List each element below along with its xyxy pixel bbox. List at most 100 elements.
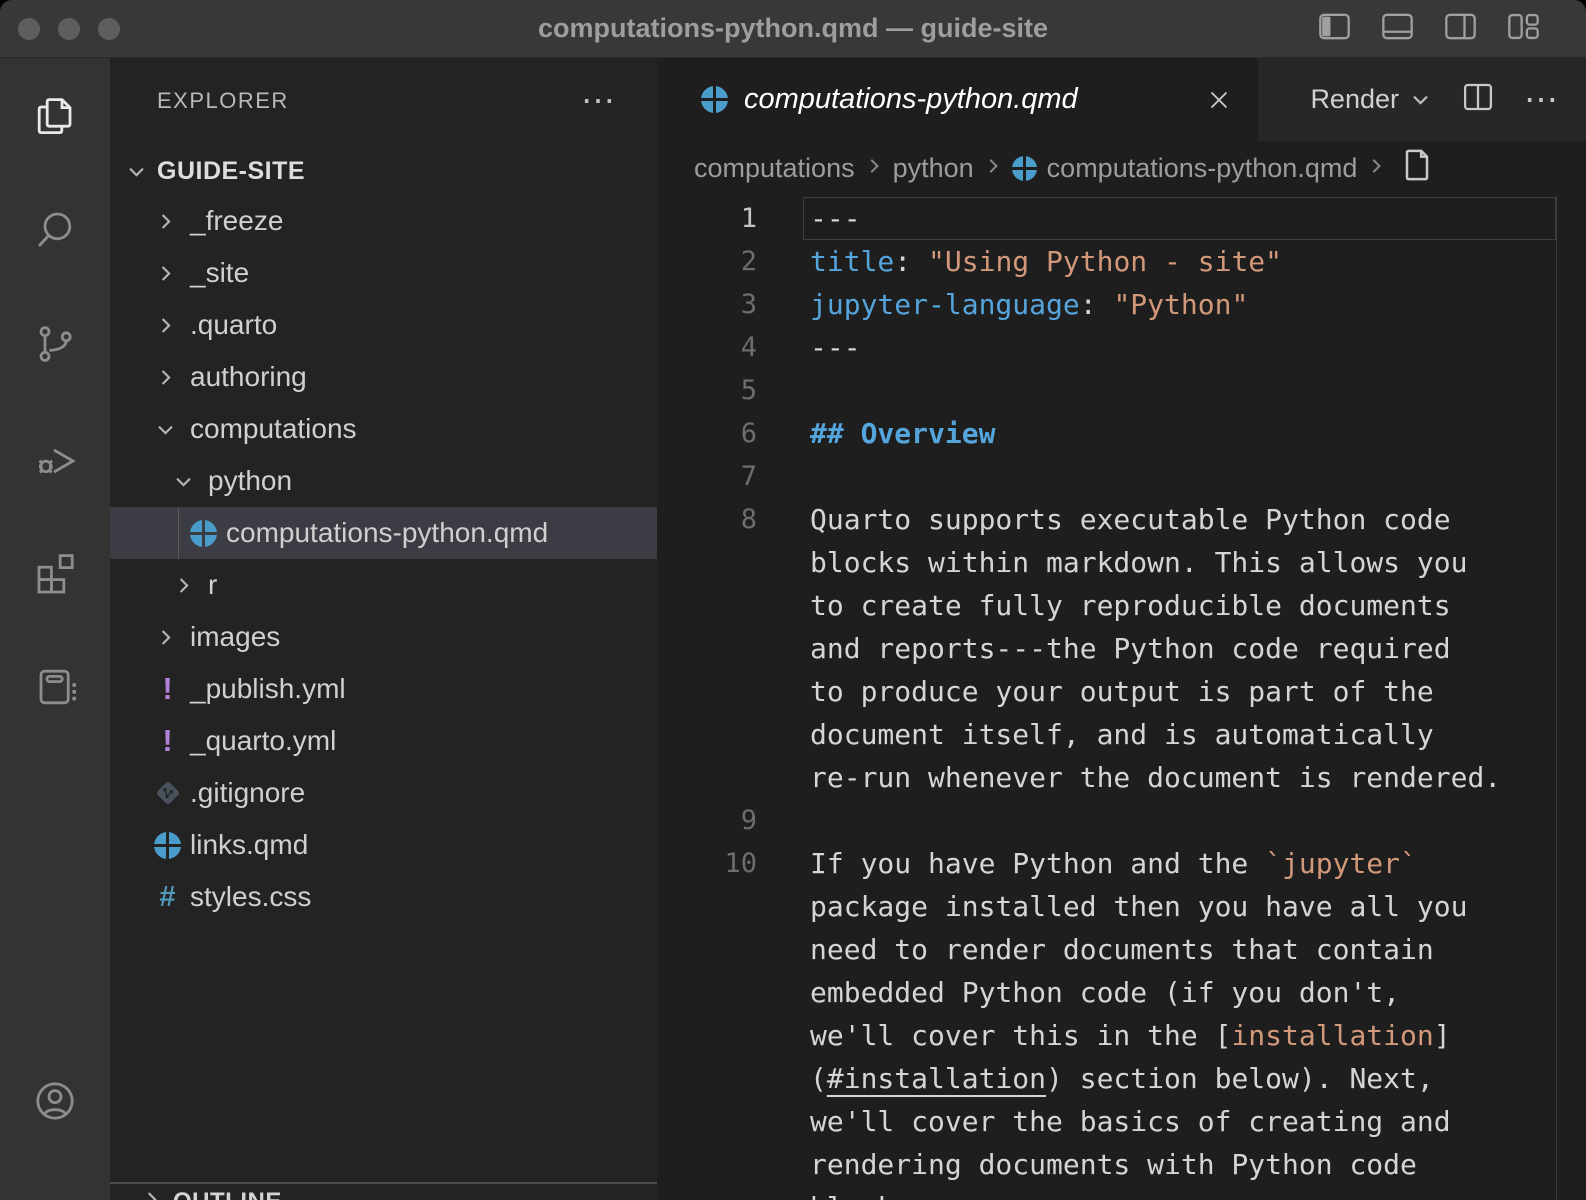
outline-section-header[interactable]: OUTLINE (110, 1186, 657, 1200)
line-content: ## Overview (810, 417, 995, 450)
tree-item-computations-python.qmd[interactable]: computations-python.qmd (110, 507, 657, 559)
code-line[interactable]: 2title: "Using Python - site" (657, 240, 1586, 283)
breadcrumb-item-computations[interactable]: computations (694, 153, 855, 184)
yaml-file-icon: ! (154, 671, 190, 707)
code-line[interactable]: blocks within markdown. This allows you (657, 541, 1586, 584)
breadcrumb: computations python computations-python.qm… (657, 141, 1586, 196)
tree-item-links.qmd[interactable]: links.qmd (110, 819, 657, 871)
line-content: package installed then you have all you (810, 890, 1467, 923)
explorer-more-actions-icon[interactable]: ⋯ (581, 91, 615, 111)
explorer-icon[interactable] (31, 92, 79, 140)
settings-gear-icon[interactable] (31, 1196, 79, 1200)
code-line[interactable]: 8 Quarto supports executable Python code (657, 498, 1586, 541)
quarto-file-icon (154, 832, 190, 859)
file-label: .gitignore (190, 777, 305, 809)
code-line[interactable]: to produce your output is part of the (657, 670, 1586, 713)
breadcrumb-item-python[interactable]: python (893, 153, 974, 184)
code-line[interactable]: 7 (657, 455, 1586, 498)
tree-item-_publish.yml[interactable]: !_publish.yml (110, 663, 657, 715)
file-label: styles.css (190, 881, 311, 913)
code-line[interactable]: need to render documents that contain (657, 928, 1586, 971)
line-number: 8 (701, 504, 757, 535)
render-button[interactable]: Render (1310, 84, 1432, 115)
toggle-secondary-sidebar-icon[interactable] (1442, 8, 1479, 50)
accounts-icon[interactable] (31, 1077, 79, 1125)
code-line[interactable]: document itself, and is automatically (657, 713, 1586, 756)
chevron-right-icon (855, 153, 893, 184)
tree-item-authoring[interactable]: authoring (110, 351, 657, 403)
tree-item-_site[interactable]: _site (110, 247, 657, 299)
folder-label: _site (190, 257, 249, 289)
code-line[interactable]: 10If you have Python and the `jupyter` (657, 842, 1586, 885)
search-icon[interactable] (31, 206, 79, 254)
code-line[interactable]: 3jupyter-language: "Python" (657, 283, 1586, 326)
code-line[interactable]: rendering documents with Python code (657, 1143, 1586, 1186)
close-tab-icon[interactable] (1204, 85, 1234, 115)
tree-item-.gitignore[interactable]: .gitignore (110, 767, 657, 819)
activity-bar (0, 58, 110, 1200)
tree-item-images[interactable]: images (110, 611, 657, 663)
tab-computations-python-qmd[interactable]: computations-python.qmd (657, 58, 1258, 141)
line-content: (#installation) section below). Next, (810, 1062, 1434, 1095)
outline-title: OUTLINE (173, 1188, 282, 1200)
extensions-icon[interactable] (31, 548, 79, 596)
code-line[interactable]: 9 (657, 799, 1586, 842)
file-label: _quarto.yml (190, 725, 336, 757)
chevron-right-icon (154, 366, 190, 389)
split-editor-icon[interactable] (1460, 79, 1496, 120)
tree-item-_quarto.yml[interactable]: !_quarto.yml (110, 715, 657, 767)
chevron-right-icon (172, 574, 208, 597)
code-line[interactable]: 4--- (657, 326, 1586, 369)
code-line[interactable]: package installed then you have all you (657, 885, 1586, 928)
code-line[interactable]: and reports---the Python code required (657, 627, 1586, 670)
run-and-debug-icon[interactable] (31, 434, 79, 482)
notebook-icon[interactable] (31, 662, 79, 710)
tree-item-styles.css[interactable]: #styles.css (110, 871, 657, 923)
code-line[interactable]: we'll cover this in the [installation] (657, 1014, 1586, 1057)
tree-item-computations[interactable]: computations (110, 403, 657, 455)
more-actions-icon[interactable]: ⋯ (1524, 95, 1558, 105)
line-number: 6 (701, 418, 757, 449)
customize-layout-icon[interactable] (1505, 8, 1542, 50)
folder-label: authoring (190, 361, 307, 393)
file-tree: _freeze _site .quarto authoring computations… (110, 195, 657, 923)
chevron-down-icon (125, 160, 148, 183)
chevron-right-icon (154, 314, 190, 337)
toggle-panel-icon[interactable] (1379, 8, 1416, 50)
code-line[interactable]: 6 ## Overview (657, 412, 1586, 455)
quarto-file-icon (701, 86, 728, 113)
tree-item-.quarto[interactable]: .quarto (110, 299, 657, 351)
folder-label: computations (190, 413, 357, 445)
line-content: embedded Python code (if you don't, (810, 976, 1400, 1009)
code-line[interactable]: embedded Python code (if you don't, (657, 971, 1586, 1014)
code-line[interactable]: to create fully reproducible documents (657, 584, 1586, 627)
code-line[interactable]: (#installation) section below). Next, (657, 1057, 1586, 1100)
line-content: to create fully reproducible documents (810, 589, 1451, 622)
tree-item-_freeze[interactable]: _freeze (110, 195, 657, 247)
file-label: links.qmd (190, 829, 308, 861)
source-control-icon[interactable] (31, 320, 79, 368)
folder-label: python (208, 465, 292, 497)
file-label: computations-python.qmd (226, 517, 548, 549)
tree-item-r[interactable]: r (110, 559, 657, 611)
code-line[interactable]: re-run whenever the document is rendered… (657, 756, 1586, 799)
chevron-down-icon (172, 470, 208, 493)
code-line[interactable]: blocks. (657, 1186, 1586, 1200)
line-number: 7 (701, 461, 757, 492)
line-content: rendering documents with Python code (810, 1148, 1417, 1181)
sidebar-header: EXPLORER ⋯ (110, 79, 657, 123)
chevron-right-icon (140, 1188, 163, 1200)
line-content: we'll cover this in the [installation] (810, 1019, 1451, 1052)
tree-item-python[interactable]: python (110, 455, 657, 507)
breadcrumb-item-computations-python.qmd[interactable]: computations-python.qmd (1047, 153, 1358, 184)
code-line[interactable]: we'll cover the basics of creating and (657, 1100, 1586, 1143)
line-content: Quarto supports executable Python code (810, 503, 1451, 536)
yaml-file-icon: ! (154, 723, 190, 759)
toggle-primary-sidebar-icon[interactable] (1316, 8, 1353, 50)
code-line[interactable]: 1--- (657, 197, 1586, 240)
render-label: Render (1310, 84, 1399, 115)
workspace-section-header[interactable]: GUIDE-SITE (110, 147, 657, 195)
code-editor[interactable]: 1---2title: "Using Python - site"3jupyte… (657, 196, 1586, 1200)
code-line[interactable]: 5 (657, 369, 1586, 412)
workbench: EXPLORER ⋯ GUIDE-SITE _freeze _site .quart… (0, 58, 1586, 1200)
